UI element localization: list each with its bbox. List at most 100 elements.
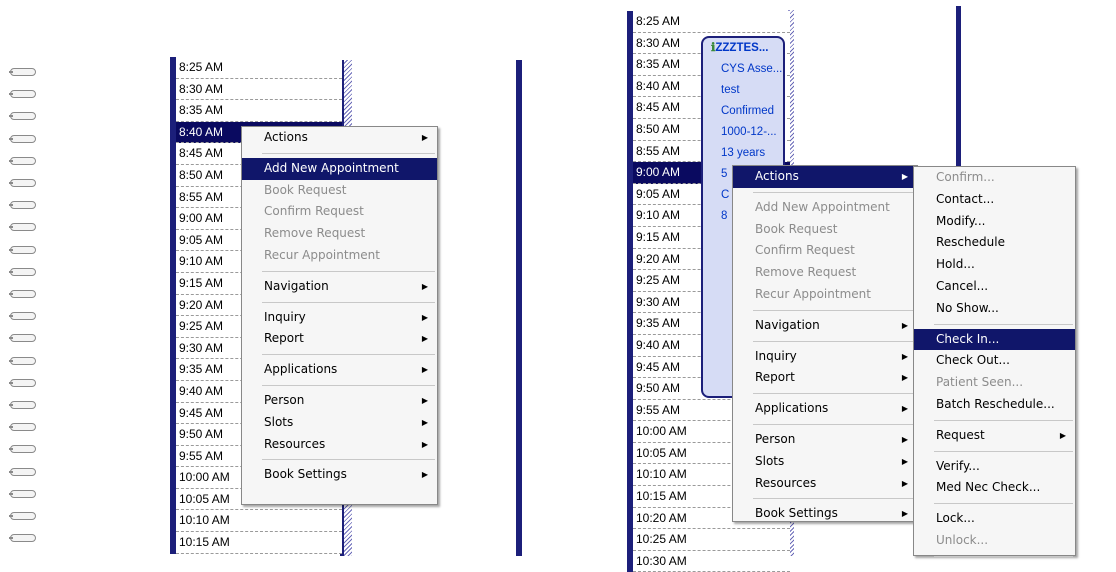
menu-item-modify[interactable]: Modify...	[914, 211, 1075, 233]
menu-item-actions[interactable]: Actions ▶	[242, 127, 437, 149]
menu-item-label: Book Settings	[264, 467, 347, 482]
menu-item-label: Med Nec Check...	[936, 480, 1041, 495]
menu-item-label: Inquiry	[755, 348, 797, 363]
menu-item-label: Hold...	[936, 257, 975, 272]
menu-item-label: Modify...	[936, 213, 986, 228]
menu-separator	[753, 423, 915, 425]
menu-item-batch-reschedule[interactable]: Batch Reschedule...	[914, 394, 1075, 416]
menu-item-cancel[interactable]: Cancel...	[914, 276, 1075, 298]
menu-item-confirm: Confirm...	[914, 167, 1075, 189]
menu-item-label: Applications	[755, 401, 829, 416]
menu-item-applications[interactable]: Applications ▶	[733, 398, 917, 420]
spiral-ring	[9, 489, 36, 498]
menu-item-request[interactable]: Request ▶	[914, 425, 1075, 447]
submenu-arrow-icon: ▶	[901, 478, 908, 488]
menu-item-person[interactable]: Person ▶	[242, 390, 437, 412]
appointment-detail: test	[721, 84, 740, 96]
menu-item-verify[interactable]: Verify...	[914, 456, 1075, 478]
menu-item-inquiry[interactable]: Inquiry ▶	[733, 346, 917, 368]
menu-item-label: Confirm Request	[755, 243, 855, 258]
time-slot[interactable]: 8:25 AM	[176, 57, 342, 79]
menu-item-label: Resources	[755, 475, 817, 490]
menu-separator	[753, 498, 915, 500]
menu-item-patient-seen: Patient Seen...	[914, 372, 1075, 394]
menu-item-med-nec-check[interactable]: Med Nec Check...	[914, 477, 1075, 499]
menu-item-actions[interactable]: Actions ▶	[733, 166, 917, 188]
menu-item-book-request: Book Request	[733, 219, 917, 241]
submenu-arrow-icon: ▶	[901, 404, 908, 414]
menu-item-label: Remove Request	[755, 265, 857, 280]
menu-item-reschedule[interactable]: Reschedule	[914, 232, 1075, 254]
menu-separator	[934, 419, 1073, 421]
menu-item-label: Recur Appointment	[264, 247, 380, 262]
submenu-arrow-icon: ▶	[421, 417, 428, 427]
menu-item-check-out[interactable]: Check Out...	[914, 350, 1075, 372]
submenu-arrow-icon: ▶	[421, 439, 428, 449]
menu-item-add-new-appointment[interactable]: Add New Appointment	[242, 157, 437, 180]
menu-item-navigation[interactable]: Navigation ▶	[733, 315, 917, 337]
time-slot[interactable]: 10:25 AM	[633, 529, 790, 551]
menu-item-label: Lock...	[936, 511, 975, 526]
menu-separator	[934, 503, 1073, 505]
menu-item-applications[interactable]: Applications ▶	[242, 359, 437, 381]
spiral-ring	[9, 334, 36, 343]
menu-item-book-settings[interactable]: Book Settings ▶	[733, 503, 917, 525]
menu-item-label: Reschedule	[936, 235, 1005, 250]
menu-item-resources[interactable]: Resources ▶	[242, 434, 437, 456]
appointment-patient-label: ZZZTES...	[715, 42, 769, 54]
menu-separator	[262, 270, 435, 272]
menu-item-label: Slots	[264, 414, 294, 429]
time-slot[interactable]: 10:15 AM	[176, 532, 342, 554]
menu-separator	[753, 340, 915, 342]
submenu-arrow-icon: ▶	[1059, 430, 1066, 440]
menu-item-person[interactable]: Person ▶	[733, 429, 917, 451]
time-slot[interactable]: 8:25 AM	[633, 11, 790, 33]
appointment-detail: 1000-12-...	[721, 126, 777, 138]
menu-item-report[interactable]: Report ▶	[242, 328, 437, 350]
spiral-ring	[9, 156, 36, 165]
submenu-arrow-icon: ▶	[901, 172, 908, 181]
submenu-arrow-icon: ▶	[901, 320, 908, 330]
menu-separator	[934, 323, 1073, 325]
menu-item-label: Add New Appointment	[755, 199, 890, 214]
submenu-arrow-icon: ▶	[421, 281, 428, 291]
spiral-ring	[9, 467, 36, 476]
time-slot[interactable]: 10:10 AM	[176, 510, 342, 533]
menu-item-label: Book Request	[755, 221, 838, 236]
menu-item-label: Person	[264, 392, 305, 407]
menu-separator	[262, 384, 435, 386]
menu-item-book-settings[interactable]: Book Settings ▶	[242, 464, 437, 486]
column-divider	[516, 60, 522, 556]
menu-item-slots[interactable]: Slots ▶	[733, 451, 917, 473]
menu-item-add-new-appointment: Add New Appointment	[733, 197, 917, 219]
menu-separator	[262, 301, 435, 303]
menu-item-resources[interactable]: Resources ▶	[733, 473, 917, 495]
menu-item-lock[interactable]: Lock...	[914, 508, 1075, 530]
menu-item-label: Person	[755, 431, 796, 446]
menu-item-report[interactable]: Report ▶	[733, 367, 917, 389]
spiral-ring	[9, 312, 36, 321]
menu-item-hold[interactable]: Hold...	[914, 254, 1075, 276]
menu-item-recur-appointment: Recur Appointment	[733, 284, 917, 306]
menu-separator	[262, 354, 435, 356]
menu-item-no-show[interactable]: No Show...	[914, 298, 1075, 320]
time-slot[interactable]: 8:35 AM	[176, 100, 342, 122]
appointment-detail: 13 years	[721, 147, 766, 159]
menu-item-slots[interactable]: Slots ▶	[242, 412, 437, 434]
time-slot[interactable]: 8:30 AM	[176, 78, 342, 101]
spiral-ring	[9, 423, 36, 432]
submenu-arrow-icon: ▶	[901, 351, 908, 361]
submenu-arrow-icon: ▶	[421, 334, 428, 344]
menu-item-label: Applications	[264, 362, 338, 377]
time-slot[interactable]: 10:30 AM	[633, 550, 790, 572]
menu-item-label: Unlock...	[936, 532, 989, 547]
menu-item-label: Request	[936, 427, 985, 442]
menu-item-inquiry[interactable]: Inquiry ▶	[242, 307, 437, 329]
context-menu: Actions ▶ Add New Appointment Book Request C…	[241, 126, 438, 505]
menu-item-label: Batch Reschedule...	[936, 396, 1055, 411]
menu-item-label: Book Settings	[755, 506, 838, 521]
menu-item-check-in[interactable]: Check In...	[914, 328, 1075, 351]
menu-item-navigation[interactable]: Navigation ▶	[242, 276, 437, 298]
submenu-arrow-icon: ▶	[421, 312, 428, 322]
menu-item-contact[interactable]: Contact...	[914, 189, 1075, 211]
